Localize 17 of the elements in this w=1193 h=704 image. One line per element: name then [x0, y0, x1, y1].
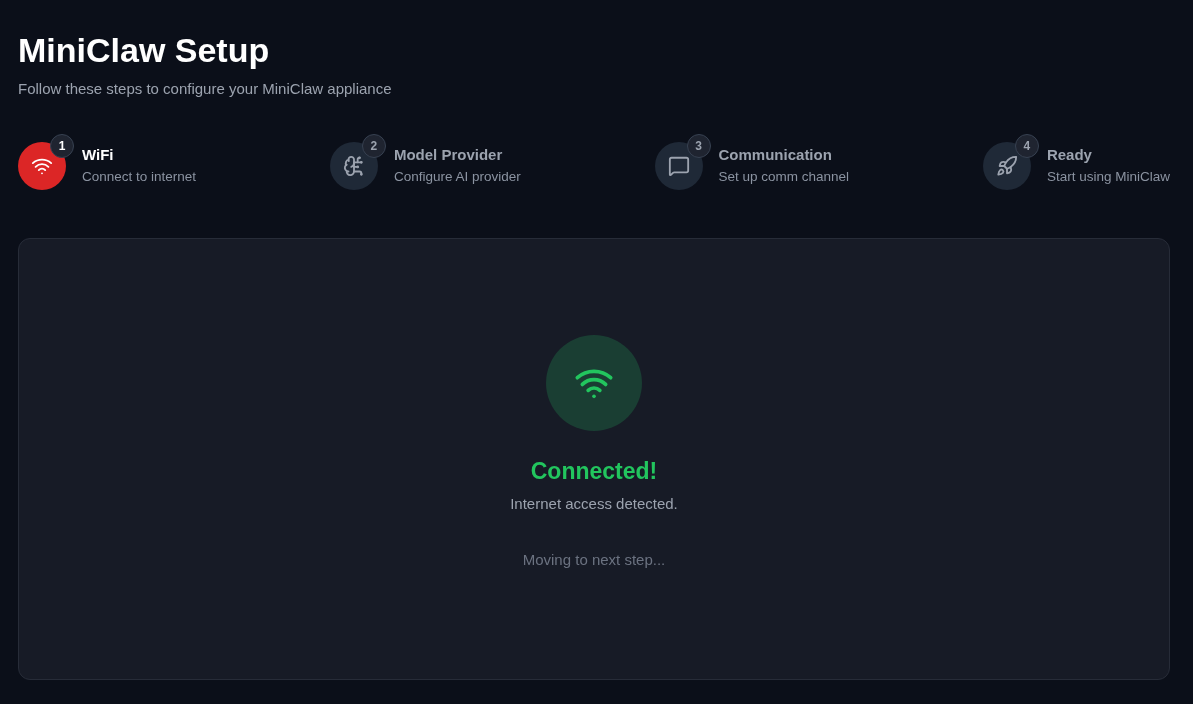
step-title: Communication	[718, 145, 832, 165]
page-subtitle: Follow these steps to configure your MiniClaw appliance	[18, 79, 392, 99]
step-description: Set up comm channel	[718, 168, 850, 186]
status-message: Internet access detected.	[510, 494, 678, 514]
status-title: Connected!	[530, 457, 658, 486]
step-description: Start using MiniClaw	[1046, 168, 1170, 186]
step-description: Connect to internet	[82, 168, 197, 186]
step-number-badge: 2	[361, 134, 386, 158]
step-description: Configure AI provider	[393, 168, 521, 186]
page-title: MiniClaw Setup	[18, 30, 270, 71]
step-number-badge: 1	[50, 134, 74, 158]
status-note: Moving to next step...	[522, 550, 666, 570]
step-title: Ready	[1046, 145, 1092, 165]
step-number-badge: 3	[686, 134, 711, 158]
step-title: WiFi	[82, 145, 114, 165]
step-number-badge: 4	[1014, 134, 1039, 158]
step-title: Model Provider	[393, 145, 503, 165]
